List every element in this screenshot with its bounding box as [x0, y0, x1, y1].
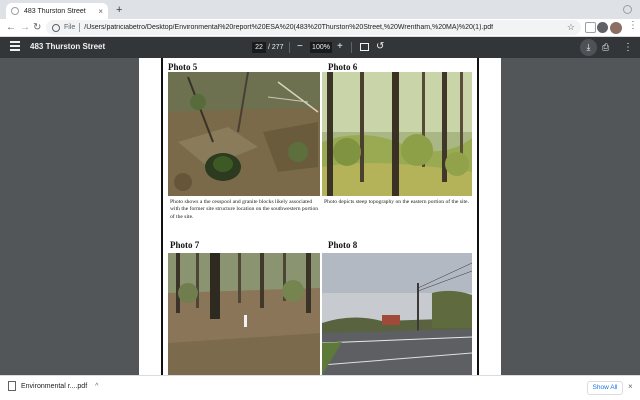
new-tab-button[interactable]: + [116, 3, 122, 17]
url-scheme: File [64, 24, 76, 31]
more-vert-icon[interactable]: ⋮ [623, 40, 633, 55]
pdf-toolbar: 483 Thurston Street 22 / 277 − 100% + ↺ … [0, 37, 640, 58]
tab-close-icon[interactable]: × [98, 7, 103, 16]
reload-icon[interactable]: ↻ [33, 20, 41, 36]
print-icon[interactable]: ⎙ [602, 40, 609, 55]
pdf-page: Photo 5 Photo shows a the cesspool and g… [139, 58, 501, 375]
extension-icon[interactable] [585, 22, 596, 33]
downloads-shelf: Environmental r....pdf ^ Show All × [0, 375, 640, 400]
show-all-button[interactable]: Show All [587, 381, 623, 395]
pdf-title: 483 Thurston Street [30, 42, 106, 51]
photo-5-label: Photo 5 [168, 62, 198, 72]
photo-7-label: Photo 7 [170, 240, 200, 250]
zoom-input[interactable]: 100% [310, 42, 332, 53]
back-arrow-icon[interactable]: ← [6, 20, 16, 36]
browser-tab[interactable]: 483 Thurston Street × [6, 3, 108, 19]
tab-strip: 483 Thurston Street × + [0, 0, 640, 19]
pdf-viewport[interactable]: Photo 5 Photo shows a the cesspool and g… [0, 58, 640, 375]
fit-page-icon[interactable] [360, 43, 369, 51]
tab-title: 483 Thurston Street [24, 7, 86, 15]
tab-search-icon[interactable] [623, 5, 632, 14]
close-shelf-icon[interactable]: × [628, 382, 633, 391]
hamburger-menu-icon[interactable] [10, 41, 20, 53]
download-options-icon[interactable]: ^ [95, 383, 98, 390]
toolbar-divider [351, 42, 352, 53]
url-separator [79, 23, 81, 32]
forward-arrow-icon[interactable]: → [20, 20, 30, 36]
info-icon[interactable] [52, 23, 60, 32]
url-text[interactable]: /Users/patriciabetro/Desktop/Environment… [84, 24, 567, 31]
photo-5-image [168, 72, 320, 196]
download-item[interactable]: Environmental r....pdf ^ [8, 381, 98, 391]
photo-7-image [168, 253, 320, 375]
photo-6-label: Photo 6 [328, 62, 358, 72]
page-favicon-icon [11, 7, 19, 15]
star-icon[interactable]: ☆ [567, 22, 575, 33]
page-total: / 277 [268, 44, 284, 51]
chrome-menu-icon[interactable]: ⋮ [628, 20, 638, 31]
zoom-out-button[interactable]: − [297, 40, 303, 54]
page-number-input[interactable]: 22 [252, 42, 266, 53]
photo-8-image [322, 253, 472, 375]
pdf-file-icon [8, 381, 16, 391]
toolbar-divider [289, 42, 290, 53]
puzzle-extensions-icon[interactable] [597, 22, 608, 33]
photo-6-caption: Photo depicts steep topography on the ea… [324, 199, 469, 205]
zoom-in-button[interactable]: + [337, 40, 343, 54]
rotate-icon[interactable]: ↺ [376, 40, 384, 54]
browser-toolbar: ← → ↻ File /Users/patriciabetro/Desktop/… [0, 19, 640, 37]
download-file-name[interactable]: Environmental r....pdf [21, 383, 87, 390]
photo-6-image [322, 72, 472, 196]
photo-5-caption: Photo shows a the cesspool and granite b… [170, 199, 319, 220]
profile-avatar[interactable] [610, 22, 622, 34]
download-icon[interactable]: ⤓ [580, 39, 597, 56]
photo-8-label: Photo 8 [328, 240, 358, 250]
address-bar[interactable]: File /Users/patriciabetro/Desktop/Enviro… [46, 20, 581, 35]
